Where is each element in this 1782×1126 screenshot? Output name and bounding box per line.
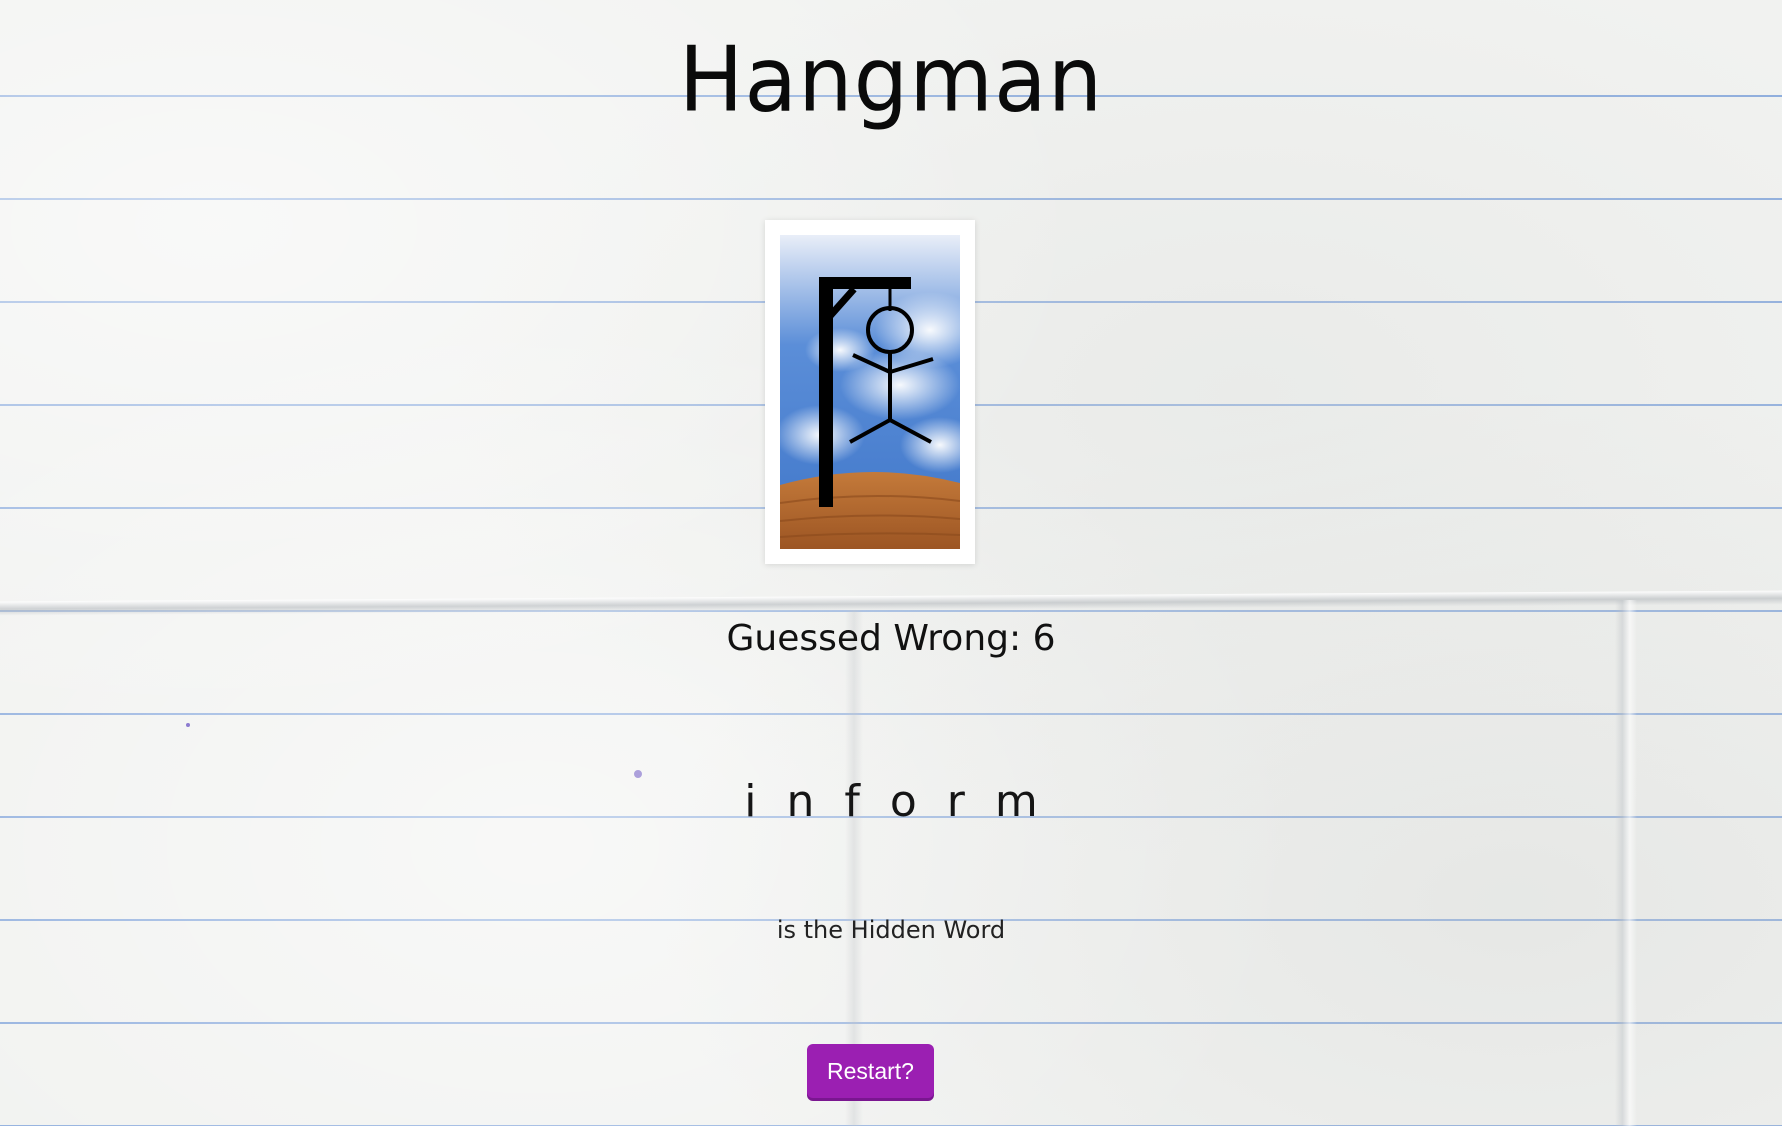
hidden-word: i n f o r m	[0, 776, 1782, 827]
hangman-image-card	[765, 220, 975, 564]
hidden-word-letter: n	[786, 776, 815, 827]
hidden-word-letter: f	[844, 776, 860, 827]
paper-fold-vertical	[1615, 600, 1637, 1126]
guessed-wrong-count: 6	[1032, 618, 1056, 659]
hidden-word-letter: i	[744, 776, 757, 827]
guessed-wrong-label: Guessed Wrong:	[726, 618, 1022, 659]
hidden-word-letter: o	[889, 776, 917, 827]
guessed-wrong-status: Guessed Wrong: 6	[0, 618, 1782, 659]
hidden-word-caption: is the Hidden Word	[776, 916, 1006, 944]
hidden-word-letter: r	[946, 776, 965, 827]
hangman-gallows-icon	[780, 235, 960, 549]
paper-speck	[186, 723, 190, 727]
page-title: Hangman	[678, 27, 1104, 133]
hidden-word-letter: m	[994, 776, 1038, 827]
paper-fold-horizontal	[0, 590, 1782, 616]
restart-button[interactable]: Restart?	[807, 1044, 934, 1098]
